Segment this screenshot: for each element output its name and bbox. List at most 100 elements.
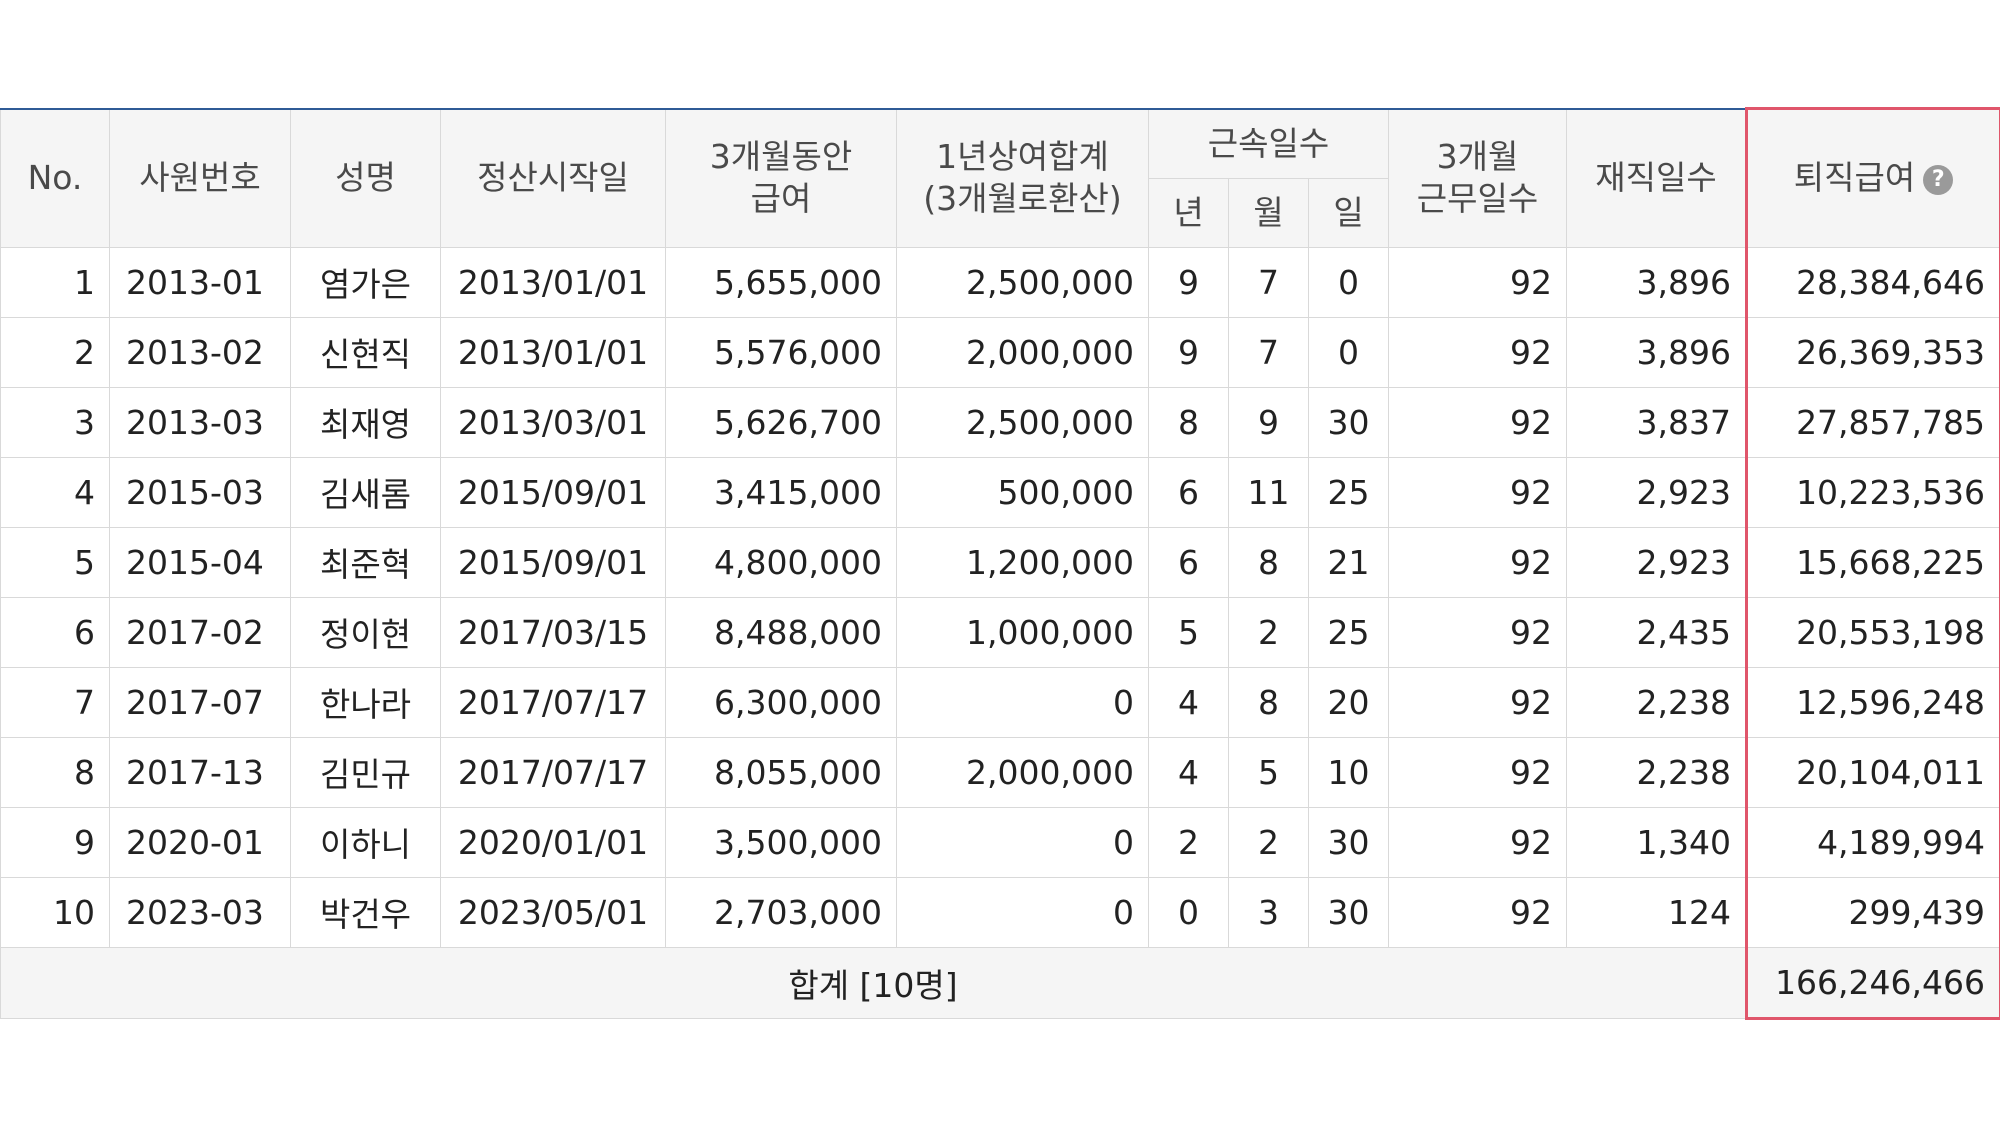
table-row[interactable]: 10 2023-03 박건우 2023/05/01 2,703,000 0 0 3 30 92 12…	[0, 876, 2000, 948]
cell-tenure-month: 7	[1228, 246, 1309, 318]
header-name[interactable]: 성명	[290, 107, 441, 248]
table-footer: 합계 [10명] 166,246,466	[0, 946, 2000, 1020]
cell-3month-pay: 3,500,000	[665, 806, 897, 878]
cell-annual-bonus: 2,000,000	[896, 316, 1149, 388]
cell-start-date: 2015/09/01	[440, 456, 666, 528]
cell-tenure-month: 8	[1228, 666, 1309, 738]
cell-start-date: 2020/01/01	[440, 806, 666, 878]
table-row[interactable]: 7 2017-07 한나라 2017/07/17 6,300,000 0 4 8 20 92 2,2…	[0, 666, 2000, 738]
table-row[interactable]: 3 2013-03 최재영 2013/03/01 5,626,700 2,500,000 8…	[0, 386, 2000, 458]
cell-tenure-day: 25	[1307, 456, 1390, 528]
cell-tenure-month: 7	[1228, 316, 1309, 388]
cell-name: 최재영	[290, 386, 441, 458]
cell-severance-pay: 20,553,198	[1745, 596, 2000, 668]
cell-no: 5	[0, 526, 110, 598]
header-3month-pay[interactable]: 3개월동안 급여	[665, 107, 897, 248]
cell-tenure-day: 30	[1307, 806, 1390, 878]
cell-start-date: 2013/01/01	[440, 316, 666, 388]
cell-no: 8	[0, 736, 110, 808]
header-tenure-day[interactable]: 일	[1307, 177, 1390, 248]
cell-no: 9	[0, 806, 110, 878]
table-row[interactable]: 2 2013-02 신현직 2013/01/01 5,576,000 2,000,000 9…	[0, 316, 2000, 388]
table-row[interactable]: 8 2017-13 김민규 2017/07/17 8,055,000 2,000,000 4…	[0, 736, 2000, 808]
cell-3month-work-days: 92	[1388, 596, 1568, 668]
cell-no: 1	[0, 246, 110, 318]
table-row[interactable]: 5 2015-04 최준혁 2015/09/01 4,800,000 1,200,000 6…	[0, 526, 2000, 598]
cell-name: 김새롬	[290, 456, 441, 528]
total-severance-value: 166,246,466	[1745, 946, 2000, 1020]
cell-service-days: 124	[1566, 876, 1748, 948]
cell-name: 정이현	[290, 596, 441, 668]
header-severance-pay[interactable]: 퇴직급여?	[1745, 107, 2000, 248]
cell-employee-id: 2023-03	[109, 876, 291, 948]
header-employee-id[interactable]: 사원번호	[109, 107, 291, 248]
cell-tenure-year: 0	[1148, 876, 1229, 948]
cell-3month-work-days: 92	[1388, 316, 1568, 388]
cell-tenure-day: 30	[1307, 386, 1390, 458]
cell-no: 10	[0, 876, 110, 948]
cell-service-days: 2,435	[1566, 596, 1748, 668]
help-icon[interactable]: ?	[1923, 164, 1954, 195]
cell-3month-pay: 5,655,000	[665, 246, 897, 318]
table-row[interactable]: 1 2013-01 염가은 2013/01/01 5,655,000 2,500,000 9…	[0, 246, 2000, 318]
cell-tenure-day: 21	[1307, 526, 1390, 598]
cell-severance-pay: 12,596,248	[1745, 666, 2000, 738]
cell-3month-pay: 5,626,700	[665, 386, 897, 458]
cell-severance-pay: 26,369,353	[1745, 316, 2000, 388]
cell-tenure-month: 9	[1228, 386, 1309, 458]
header-start-date[interactable]: 정산시작일	[440, 107, 666, 248]
cell-3month-pay: 8,055,000	[665, 736, 897, 808]
header-tenure-month[interactable]: 월	[1228, 177, 1309, 248]
cell-name: 박건우	[290, 876, 441, 948]
table-header: No. 사원번호 성명 정산시작일 3개월동안 급여 1년상여합계 (3개월로환…	[0, 107, 2000, 248]
cell-service-days: 3,896	[1566, 316, 1748, 388]
cell-tenure-year: 6	[1148, 526, 1229, 598]
table-row[interactable]: 6 2017-02 정이현 2017/03/15 8,488,000 1,000,000 5…	[0, 596, 2000, 668]
cell-no: 6	[0, 596, 110, 668]
cell-annual-bonus: 2,500,000	[896, 246, 1149, 318]
cell-employee-id: 2013-01	[109, 246, 291, 318]
total-row: 합계 [10명] 166,246,466	[0, 946, 2000, 1020]
cell-severance-pay: 28,384,646	[1745, 246, 2000, 318]
header-tenure-year[interactable]: 년	[1148, 177, 1229, 248]
cell-3month-pay: 8,488,000	[665, 596, 897, 668]
cell-start-date: 2017/07/17	[440, 666, 666, 738]
header-3month-work-days-line1: 3개월	[1436, 137, 1519, 176]
cell-3month-work-days: 92	[1388, 876, 1568, 948]
cell-tenure-year: 8	[1148, 386, 1229, 458]
cell-severance-pay: 4,189,994	[1745, 806, 2000, 878]
cell-service-days: 3,896	[1566, 246, 1748, 318]
cell-service-days: 2,238	[1566, 736, 1748, 808]
header-service-days[interactable]: 재직일수	[1566, 107, 1748, 248]
cell-3month-pay: 2,703,000	[665, 876, 897, 948]
cell-service-days: 2,923	[1566, 526, 1748, 598]
cell-tenure-month: 3	[1228, 876, 1309, 948]
cell-tenure-day: 30	[1307, 876, 1390, 948]
cell-name: 김민규	[290, 736, 441, 808]
cell-employee-id: 2017-07	[109, 666, 291, 738]
cell-employee-id: 2015-03	[109, 456, 291, 528]
cell-tenure-year: 2	[1148, 806, 1229, 878]
table-row[interactable]: 9 2020-01 이하니 2020/01/01 3,500,000 0 2 2 30 92 1,3…	[0, 806, 2000, 878]
cell-name: 한나라	[290, 666, 441, 738]
cell-3month-work-days: 92	[1388, 526, 1568, 598]
header-3month-pay-line2: 급여	[750, 179, 812, 218]
cell-tenure-year: 9	[1148, 246, 1229, 318]
header-annual-bonus[interactable]: 1년상여합계 (3개월로환산)	[896, 107, 1149, 248]
cell-name: 염가은	[290, 246, 441, 318]
cell-3month-pay: 3,415,000	[665, 456, 897, 528]
cell-3month-work-days: 92	[1388, 246, 1568, 318]
cell-tenure-month: 2	[1228, 806, 1309, 878]
cell-start-date: 2023/05/01	[440, 876, 666, 948]
total-label: 합계 [10명]	[0, 946, 1748, 1019]
cell-start-date: 2017/07/17	[440, 736, 666, 808]
table-row[interactable]: 4 2015-03 김새롬 2015/09/01 3,415,000 500,000 6 11…	[0, 456, 2000, 528]
header-no[interactable]: No.	[0, 107, 110, 248]
header-3month-work-days[interactable]: 3개월 근무일수	[1388, 107, 1568, 248]
cell-tenure-month: 2	[1228, 596, 1309, 668]
header-annual-bonus-line1: 1년상여합계	[936, 137, 1109, 176]
cell-severance-pay: 27,857,785	[1745, 386, 2000, 458]
cell-3month-work-days: 92	[1388, 386, 1568, 458]
cell-tenure-day: 0	[1307, 316, 1390, 388]
cell-start-date: 2013/01/01	[440, 246, 666, 318]
